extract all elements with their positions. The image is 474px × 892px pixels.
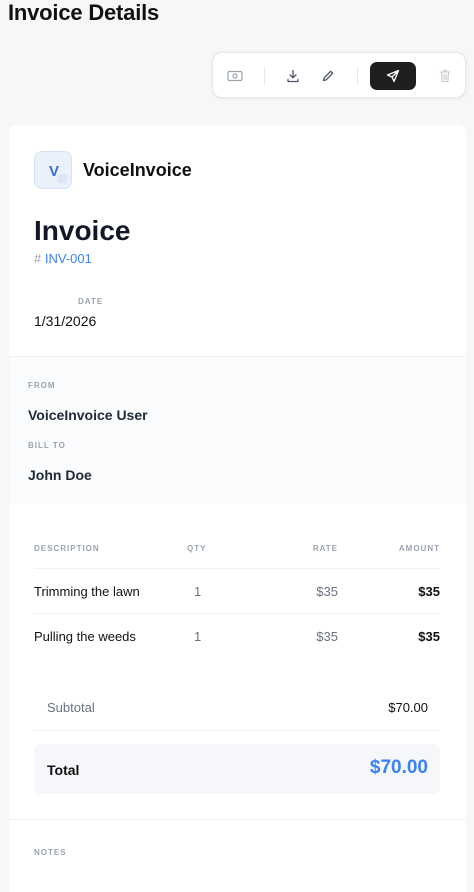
row-rate: $35 [316, 629, 338, 644]
page-title: Invoice Details [8, 0, 160, 25]
col-header-description: DESCRIPTION [34, 544, 100, 553]
invoice-number-hash: # [34, 251, 42, 266]
toolbar-divider [264, 67, 265, 85]
send-button[interactable] [370, 62, 416, 90]
subtotal-label: Subtotal [47, 700, 95, 715]
invoice-toolbar [212, 52, 466, 98]
col-header-amount: AMOUNT [398, 544, 440, 553]
notes-label: NOTES [34, 848, 67, 857]
total-label: Total [47, 762, 80, 778]
row-amount: $35 [418, 584, 440, 599]
toolbar-divider [357, 67, 358, 85]
money-icon [227, 70, 243, 82]
date-label: DATE [78, 297, 104, 306]
total-box: Total $70.00 [34, 744, 440, 794]
mark-paid-button[interactable] [221, 62, 249, 90]
invoice-number-value: INV-001 [44, 251, 92, 266]
from-label: FROM [28, 381, 56, 390]
col-header-qty: QTY [187, 544, 207, 553]
logo-corner-mark [58, 174, 67, 183]
send-icon [386, 69, 400, 83]
row-qty: 1 [194, 629, 202, 644]
notes-divider [9, 819, 466, 820]
edit-icon [322, 70, 334, 82]
totals-divider [34, 730, 440, 731]
edit-button[interactable] [314, 62, 342, 90]
trash-icon [439, 69, 451, 83]
row-description: Trimming the lawn [34, 584, 140, 599]
invoice-date: 1/31/2026 [34, 313, 97, 329]
subtotal-value: $70.00 [388, 700, 428, 715]
brand-name: VoiceInvoice [83, 160, 192, 180]
bill-to-name: John Doe [28, 467, 92, 483]
invoice-title: Invoice [34, 215, 131, 246]
from-name: VoiceInvoice User [28, 407, 148, 423]
row-amount: $35 [418, 629, 440, 644]
row-description: Pulling the weeds [34, 629, 136, 644]
download-icon [287, 69, 299, 83]
table-divider [34, 613, 440, 614]
total-value: $70.00 [369, 757, 428, 778]
delete-button[interactable] [431, 62, 459, 90]
brand-logo: V [34, 151, 72, 189]
row-rate: $35 [316, 584, 338, 599]
row-qty: 1 [194, 584, 202, 599]
table-divider [34, 568, 440, 569]
download-button[interactable] [279, 62, 307, 90]
invoice-number: # INV-001 [34, 251, 92, 266]
bill-to-label: BILL TO [28, 441, 66, 450]
invoice-card: V VoiceInvoice Invoice # INV-001 DATE 1/… [9, 125, 466, 892]
col-header-rate: RATE [312, 544, 338, 553]
parties-section: FROM VoiceInvoice User BILL TO John Doe [9, 356, 466, 504]
